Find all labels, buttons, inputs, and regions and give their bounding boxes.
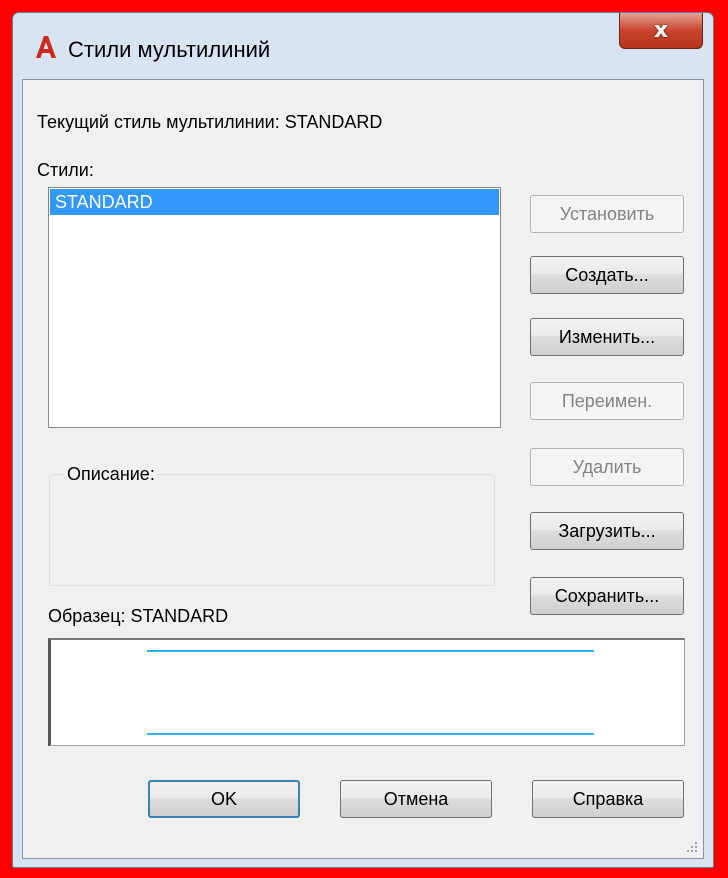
close-button[interactable]: x <box>619 13 703 49</box>
window-title: Стили мультилиний <box>68 37 271 62</box>
preview-box <box>48 638 685 746</box>
ok-button[interactable]: OK <box>148 780 300 818</box>
description-group <box>49 474 495 586</box>
modify-button[interactable]: Изменить... <box>530 318 684 356</box>
multiline-preview-top-line <box>147 650 594 652</box>
style-item-standard[interactable]: STANDARD <box>50 189 499 215</box>
styles-label: Стили: <box>37 160 94 180</box>
styles-listbox[interactable]: STANDARD <box>48 187 501 428</box>
autocad-a-icon <box>36 36 56 58</box>
current-style-label: Текущий стиль мультилинии: STANDARD <box>37 112 383 132</box>
description-label: Описание: <box>64 464 158 485</box>
dialog-client-area: Текущий стиль мультилинии: STANDARD Стил… <box>22 79 704 859</box>
set-current-button[interactable]: Установить <box>530 195 684 233</box>
title-bar[interactable]: Стили мультилиний x <box>13 13 713 79</box>
load-button[interactable]: Загрузить... <box>530 512 684 550</box>
multiline-preview-bottom-line <box>147 733 594 735</box>
cancel-button[interactable]: Отмена <box>340 780 492 818</box>
close-icon: x <box>653 18 669 43</box>
create-button[interactable]: Создать... <box>530 256 684 294</box>
help-button[interactable]: Справка <box>532 780 684 818</box>
rename-button[interactable]: Переимен. <box>530 382 684 420</box>
save-button[interactable]: Сохранить... <box>530 577 684 615</box>
preview-label: Образец: STANDARD <box>48 606 229 626</box>
delete-button[interactable]: Удалить <box>530 448 684 486</box>
resize-grip-icon[interactable] <box>685 840 699 854</box>
dialog-window: Стили мультилиний x Текущий стиль мульти… <box>12 12 714 868</box>
